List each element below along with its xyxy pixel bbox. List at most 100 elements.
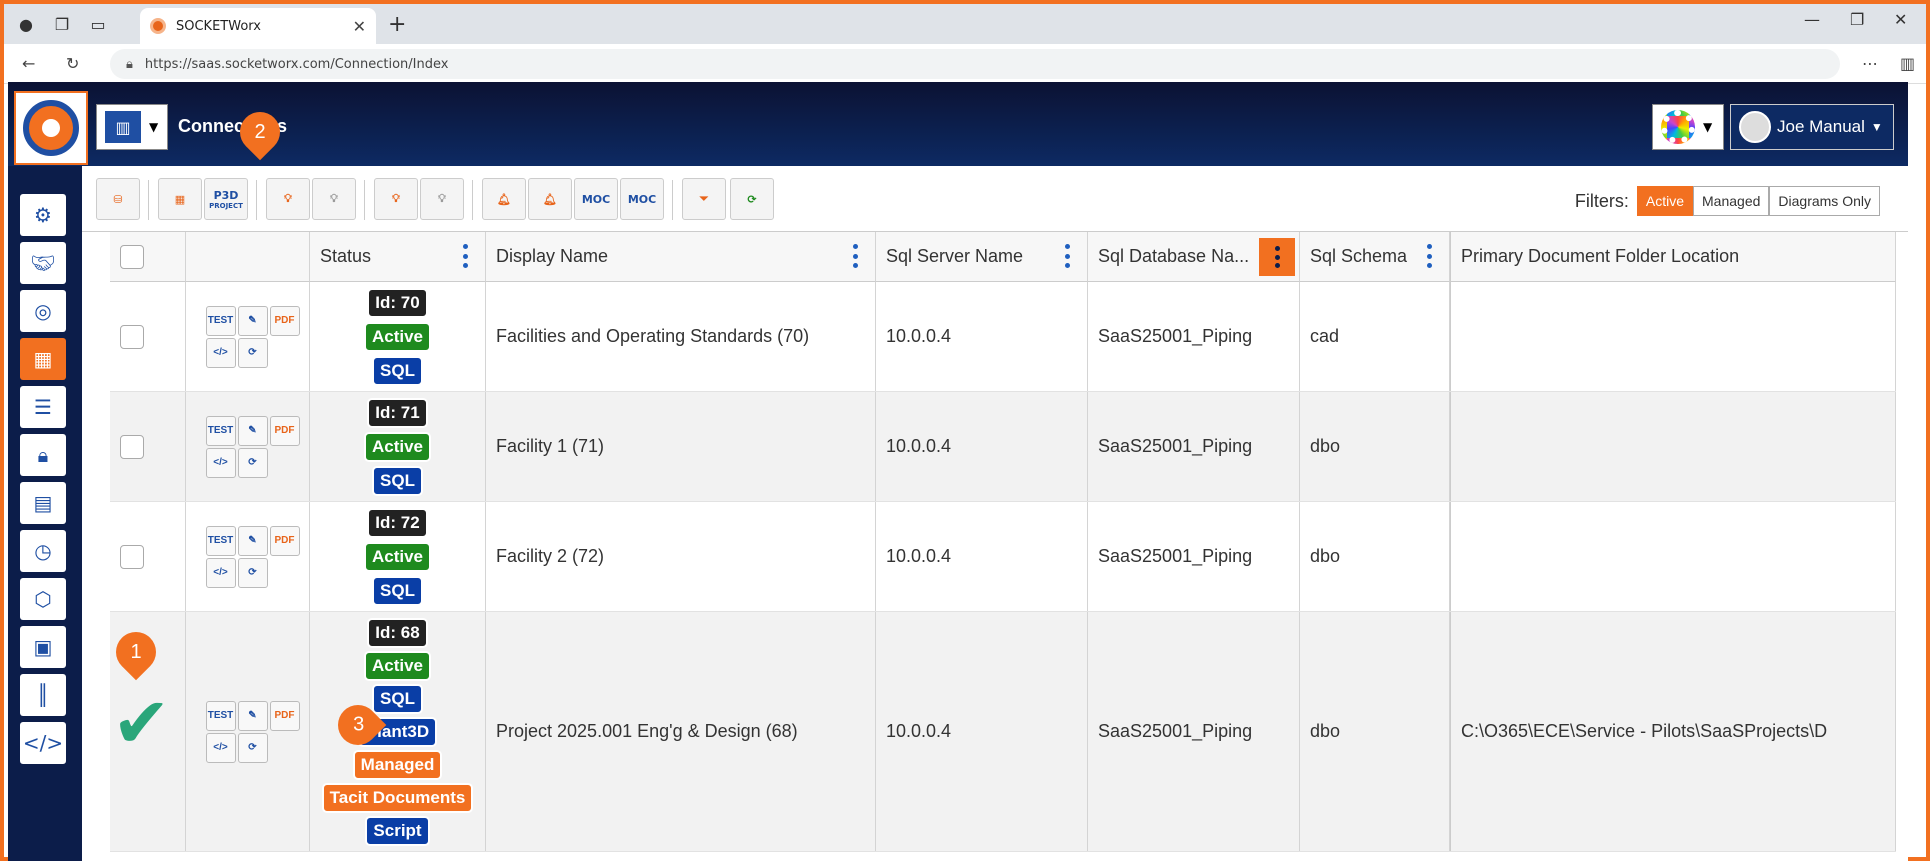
sidebar-diagram-icon[interactable]: ▣ (20, 626, 66, 668)
clear-filter-icon[interactable]: ⏷ (682, 178, 726, 220)
column-title: Display Name (496, 246, 609, 266)
sync-icon[interactable]: ⟳ (237, 557, 268, 588)
column-header-folder[interactable]: Primary Document Folder Location (1450, 232, 1896, 282)
sync-icon[interactable]: ⟳ (237, 732, 268, 763)
module-selector[interactable]: ▥ ▼ (96, 104, 168, 150)
test-connection-icon[interactable]: TEST (205, 525, 236, 556)
sidebar-settings-icon[interactable]: ⚙ (20, 194, 66, 236)
minimize-icon[interactable]: — (1804, 10, 1820, 29)
sidebar-forms-icon[interactable]: ☰ (20, 386, 66, 428)
sql-schema-cell: dbo (1300, 392, 1450, 501)
test-connection-icon[interactable]: TEST (205, 415, 236, 446)
user-menu[interactable]: Joe Manual ▼ (1730, 104, 1894, 150)
code-icon[interactable]: </> (205, 557, 236, 588)
sidebar-cube-icon[interactable]: ⬡ (20, 578, 66, 620)
socketworx-logo[interactable] (14, 91, 88, 165)
edit-icon[interactable]: ✎ (237, 415, 268, 446)
sidebar-reports-icon[interactable]: ▤ (20, 482, 66, 524)
code-icon[interactable]: </> (205, 732, 236, 763)
new-tab-icon[interactable]: + (388, 12, 406, 37)
filter-active-button[interactable]: Active (1636, 186, 1694, 216)
toolbar-divider (148, 180, 149, 220)
column-title: Sql Server Name (886, 246, 1024, 266)
refresh-icon[interactable]: ↻ (66, 54, 79, 73)
column-menu-icon[interactable] (461, 244, 469, 268)
window-close-icon[interactable]: ✕ (1894, 10, 1907, 29)
sidebar-handshake-icon[interactable]: 🤝︎ (20, 242, 66, 284)
edit-icon[interactable]: ✎ (237, 305, 268, 336)
filter-managed-button[interactable]: Managed (1693, 186, 1770, 216)
moc-remove-button[interactable]: MOC (620, 178, 664, 220)
column-header-sql-schema[interactable]: Sql Schema (1300, 232, 1450, 282)
table-row[interactable]: TEST ✎ PDF </> ⟳ Id: 71 Active SQL Facility 1 … (110, 392, 1896, 502)
profile-icon[interactable]: ● (12, 10, 40, 38)
refresh-icon[interactable]: ⟳ (730, 178, 774, 220)
table-row[interactable]: TEST ✎ PDF </> ⟳ Id: 72 Active SQL Facility 2 … (110, 502, 1896, 612)
url-field[interactable]: 🔒︎ https://saas.socketworx.com/Connectio… (110, 49, 1840, 79)
sidebar-connections-icon[interactable]: ▦ (20, 338, 66, 380)
row-checkbox[interactable] (120, 324, 144, 349)
sync-icon[interactable]: ⟳ (237, 447, 268, 478)
pdf-setup-icon[interactable]: PDF (269, 305, 300, 336)
pdf-setup-icon[interactable]: PDF (269, 525, 300, 556)
sidebar-history-icon[interactable]: ◷ (20, 530, 66, 572)
toolbar-divider (672, 180, 673, 220)
filters-label: Filters: (1574, 190, 1629, 211)
restore-icon[interactable]: ❐ (1850, 10, 1864, 29)
table-row[interactable]: TEST ✎ PDF </> ⟳ Id: 70 Active SQL Facilities … (110, 282, 1896, 392)
back-icon[interactable]: ← (22, 54, 35, 73)
column-header-status[interactable]: Status (310, 232, 486, 282)
close-tab-icon[interactable]: ✕ (353, 17, 366, 36)
edit-icon[interactable]: ✎ (237, 525, 268, 556)
row-select-cell (110, 392, 186, 501)
test-connection-icon[interactable]: TEST (205, 700, 236, 731)
column-header-display-name[interactable]: Display Name (486, 232, 876, 282)
sql-schema-cell: dbo (1300, 612, 1450, 851)
pdf-setup-icon[interactable]: PDF (269, 700, 300, 731)
collections-icon[interactable]: ❐ (48, 10, 76, 38)
bell-add-icon[interactable]: 🔔︎ (482, 178, 526, 220)
status-cell: Id: 72 Active SQL (310, 502, 486, 611)
sync-icon[interactable]: ⟳ (237, 337, 268, 368)
display-name-cell: Project 2025.001 Eng'g & Design (68) (486, 612, 876, 851)
add-database-icon[interactable]: ⛁ (96, 178, 140, 220)
select-all-checkbox[interactable] (120, 244, 144, 269)
column-menu-icon[interactable] (1259, 238, 1295, 276)
browser-tab[interactable]: SOCKETWorx ✕ (140, 8, 376, 44)
code-icon[interactable]: </> (205, 447, 236, 478)
p3d-project-button[interactable]: P3D PROJECT (204, 178, 248, 220)
more-icon[interactable]: ⋯ (1862, 54, 1878, 73)
code-icon[interactable]: </> (205, 337, 236, 368)
sidebar-work-order-icon[interactable]: ◎ (20, 290, 66, 332)
lightbulb-alt-icon[interactable]: 💡︎ (374, 178, 418, 220)
test-connection-icon[interactable]: TEST (205, 305, 236, 336)
column-header-sql-server[interactable]: Sql Server Name (876, 232, 1088, 282)
managed-badge: Managed (352, 749, 443, 780)
column-menu-icon[interactable] (1425, 244, 1433, 268)
row-checkbox[interactable] (120, 544, 144, 569)
add-grid-icon[interactable]: ▦ (158, 178, 202, 220)
display-name-cell: Facilities and Operating Standards (70) (486, 282, 876, 391)
app-header: ▥ ▼ Connections ▼ Joe Manual ▼ (8, 82, 1908, 166)
sidebar-lock-icon[interactable]: 🔒︎ (20, 434, 66, 476)
column-menu-icon[interactable] (851, 244, 859, 268)
lightbulb-on-icon[interactable]: 💡︎ (266, 178, 310, 220)
sidebar-toggle-icon[interactable]: ▥ (1900, 54, 1915, 73)
status-cell: Id: 68 Active SQL Plant3D Managed Tacit … (310, 612, 486, 851)
theme-selector[interactable]: ▼ (1652, 104, 1724, 150)
edit-icon[interactable]: ✎ (237, 700, 268, 731)
column-header-sql-database[interactable]: Sql Database Na... (1088, 232, 1300, 282)
sql-server-cell: 10.0.0.4 (876, 502, 1088, 611)
sidebar-barcode-icon[interactable]: ║ (20, 674, 66, 716)
row-checkbox[interactable] (120, 434, 144, 459)
lightbulb-off-icon[interactable]: 💡︎ (312, 178, 356, 220)
bell-remove-icon[interactable]: 🔔︎ (528, 178, 572, 220)
sidebar-code-icon[interactable]: </> (20, 722, 66, 764)
moc-add-button[interactable]: MOC (574, 178, 618, 220)
filter-diagrams-only-button[interactable]: Diagrams Only (1769, 186, 1880, 216)
lightbulb-alt-off-icon[interactable]: 💡︎ (420, 178, 464, 220)
tab-actions-icon[interactable]: ▭ (84, 10, 112, 38)
pdf-setup-icon[interactable]: PDF (269, 415, 300, 446)
row-select-cell (110, 502, 186, 611)
column-menu-icon[interactable] (1063, 244, 1071, 268)
